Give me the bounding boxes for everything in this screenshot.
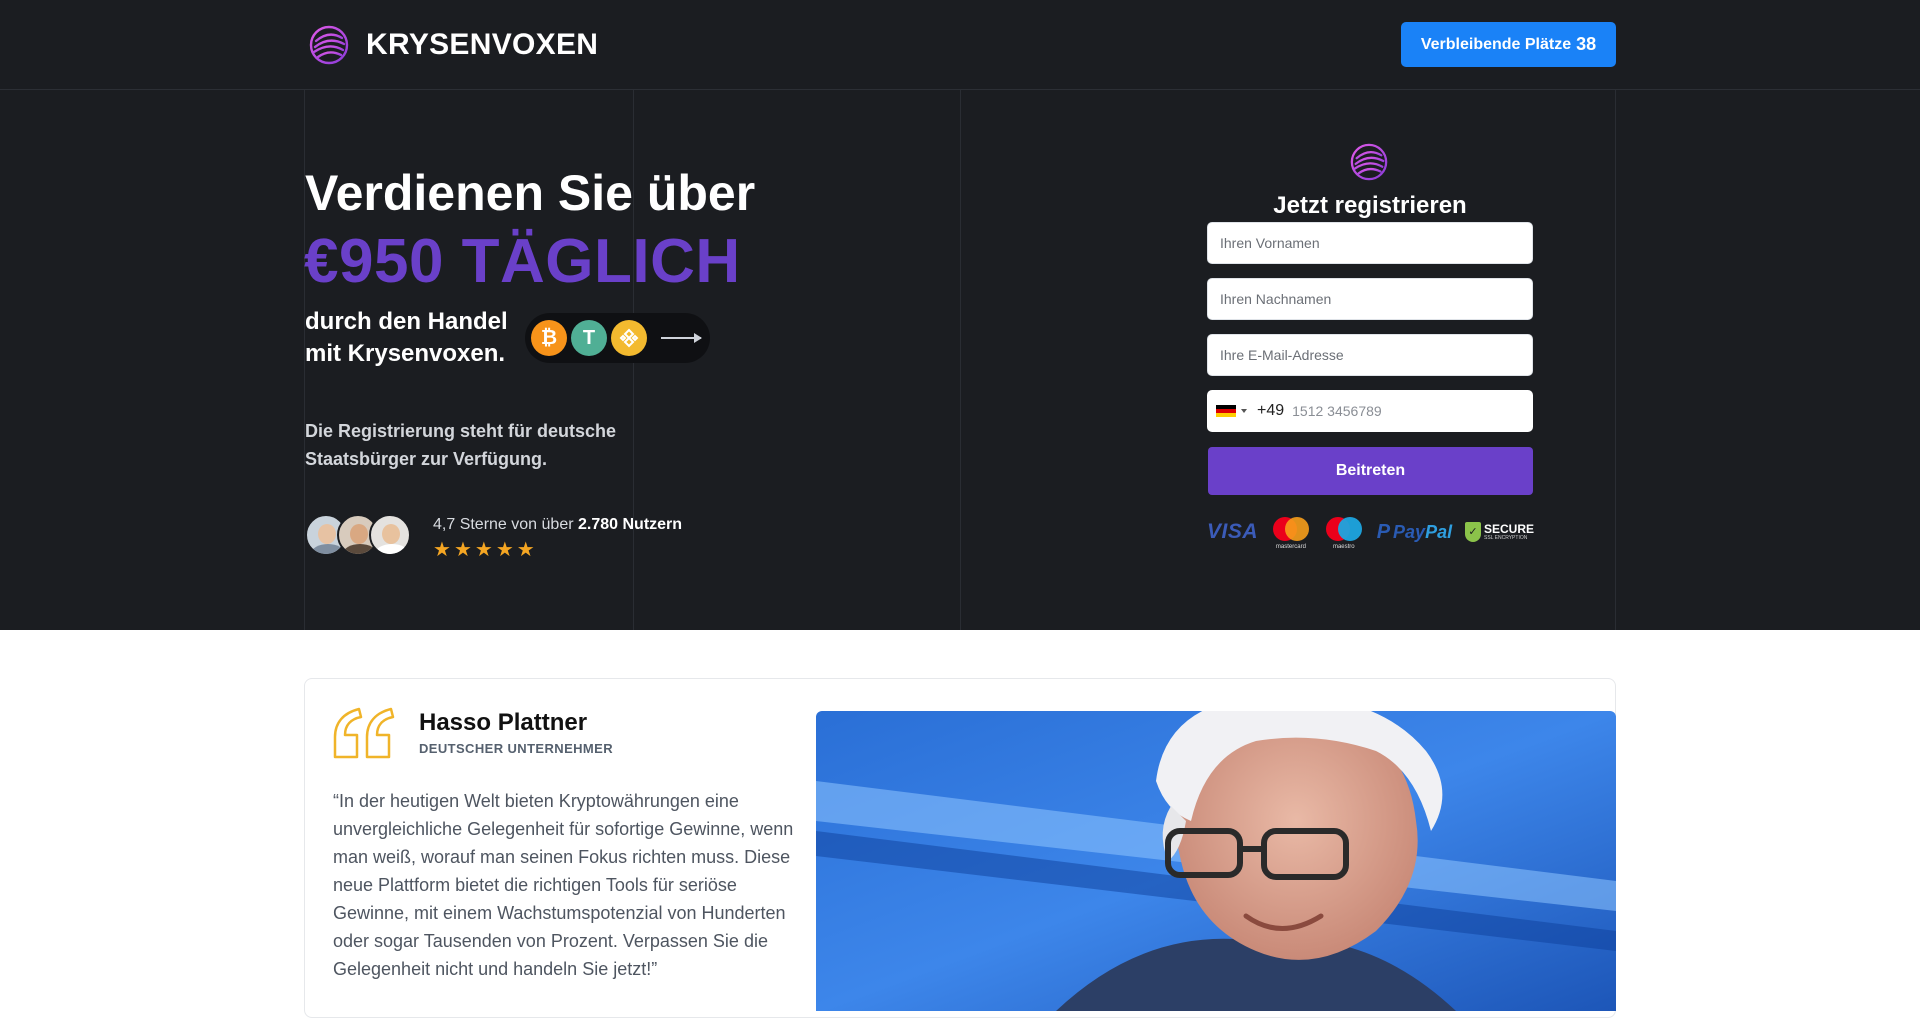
dial-code: +49 — [1257, 402, 1285, 419]
remaining-places-count: 38 — [1576, 34, 1597, 54]
rating-stars: ★ ★ ★ ★ ★ — [433, 537, 535, 562]
grid-line — [960, 90, 961, 630]
arrow-right-icon — [661, 333, 702, 343]
brand-logo[interactable]: KRYSENVOXEN — [308, 24, 598, 66]
rating-users: 2.780 Nutzern — [578, 516, 683, 533]
chevron-down-icon[interactable] — [1241, 409, 1247, 413]
star-icon: ★ — [516, 539, 535, 561]
payment-logos: VISA mastercard maestro P PayPal ✓ SECUR… — [1207, 517, 1534, 550]
paypal-logo: P PayPal — [1377, 521, 1452, 544]
maestro-logo: maestro — [1324, 517, 1364, 550]
bitcoin-icon: ₿ — [531, 320, 567, 356]
rating-prefix: 4,7 Sterne von über — [433, 516, 574, 533]
crypto-coins-pill: ₿ T — [525, 313, 710, 363]
form-title: Jetzt registrieren — [1273, 192, 1467, 219]
eligibility-note: Die Registrierung steht für deutsche Sta… — [305, 421, 617, 469]
paypal-text-2: Pal — [1425, 521, 1453, 542]
paypal-text-1: Pay — [1393, 521, 1426, 542]
star-icon: ★ — [433, 539, 451, 561]
shield-check-icon: ✓ — [1464, 522, 1481, 542]
last-name-input[interactable] — [1207, 278, 1533, 320]
testimonial-photo — [816, 711, 1616, 1011]
star-icon: ★ — [495, 539, 514, 561]
grid-line — [1615, 90, 1616, 630]
brand-swirl-icon — [309, 25, 349, 65]
first-name-input[interactable] — [1207, 222, 1533, 264]
user-avatars — [305, 514, 411, 556]
hero-section: Verdienen Sie über €950 TÄGLICH durch de… — [0, 90, 1920, 630]
maestro-label: maestro — [1332, 544, 1355, 550]
brand-name: KRYSENVOXEN — [366, 28, 599, 61]
germany-flag-icon[interactable] — [1216, 405, 1236, 417]
bnb-icon — [611, 320, 647, 356]
form-logo-icon — [1350, 143, 1388, 181]
hero-headline: Verdienen Sie über — [305, 165, 756, 221]
rating-text: 4,7 Sterne von über 2.780 Nutzern — [433, 516, 682, 534]
quote-icon — [333, 707, 395, 759]
star-icon: ★ — [474, 539, 493, 561]
tether-icon: T — [571, 320, 607, 356]
phone-input[interactable] — [1292, 403, 1513, 419]
email-input[interactable] — [1207, 334, 1533, 376]
star-icon: ★ — [453, 539, 472, 561]
mastercard-logo: mastercard — [1271, 517, 1311, 550]
testimonial-role: DEUTSCHER UNTERNEHMER — [419, 741, 614, 756]
secure-label: SECURE — [1483, 522, 1534, 536]
testimonial-quote: “In der heutigen Welt bieten Kryptowähru… — [333, 791, 794, 979]
testimonial-name: Hasso Plattner — [419, 709, 588, 736]
ssl-secure-badge: ✓ SECURE SSL ENCRYPTION — [1464, 522, 1534, 542]
mastercard-label: mastercard — [1275, 544, 1306, 550]
site-header: KRYSENVOXEN Verbleibende Plätze 38 — [0, 0, 1920, 90]
secure-sub-label: SSL ENCRYPTION — [1483, 535, 1528, 541]
join-button[interactable]: Beitreten — [1208, 447, 1533, 495]
visa-logo: VISA — [1207, 520, 1259, 543]
remaining-places-button[interactable]: Verbleibende Plätze 38 — [1401, 22, 1616, 67]
avatar — [369, 514, 411, 556]
remaining-places-label: Verbleibende Plätze — [1420, 35, 1572, 53]
hero-amount: €950 TÄGLICH — [304, 227, 741, 296]
paypal-p-icon: P — [1376, 520, 1391, 543]
hero-subheadline: durch den Handel mit Krysenvoxen. — [305, 308, 508, 367]
phone-field: +49 — [1207, 390, 1533, 432]
